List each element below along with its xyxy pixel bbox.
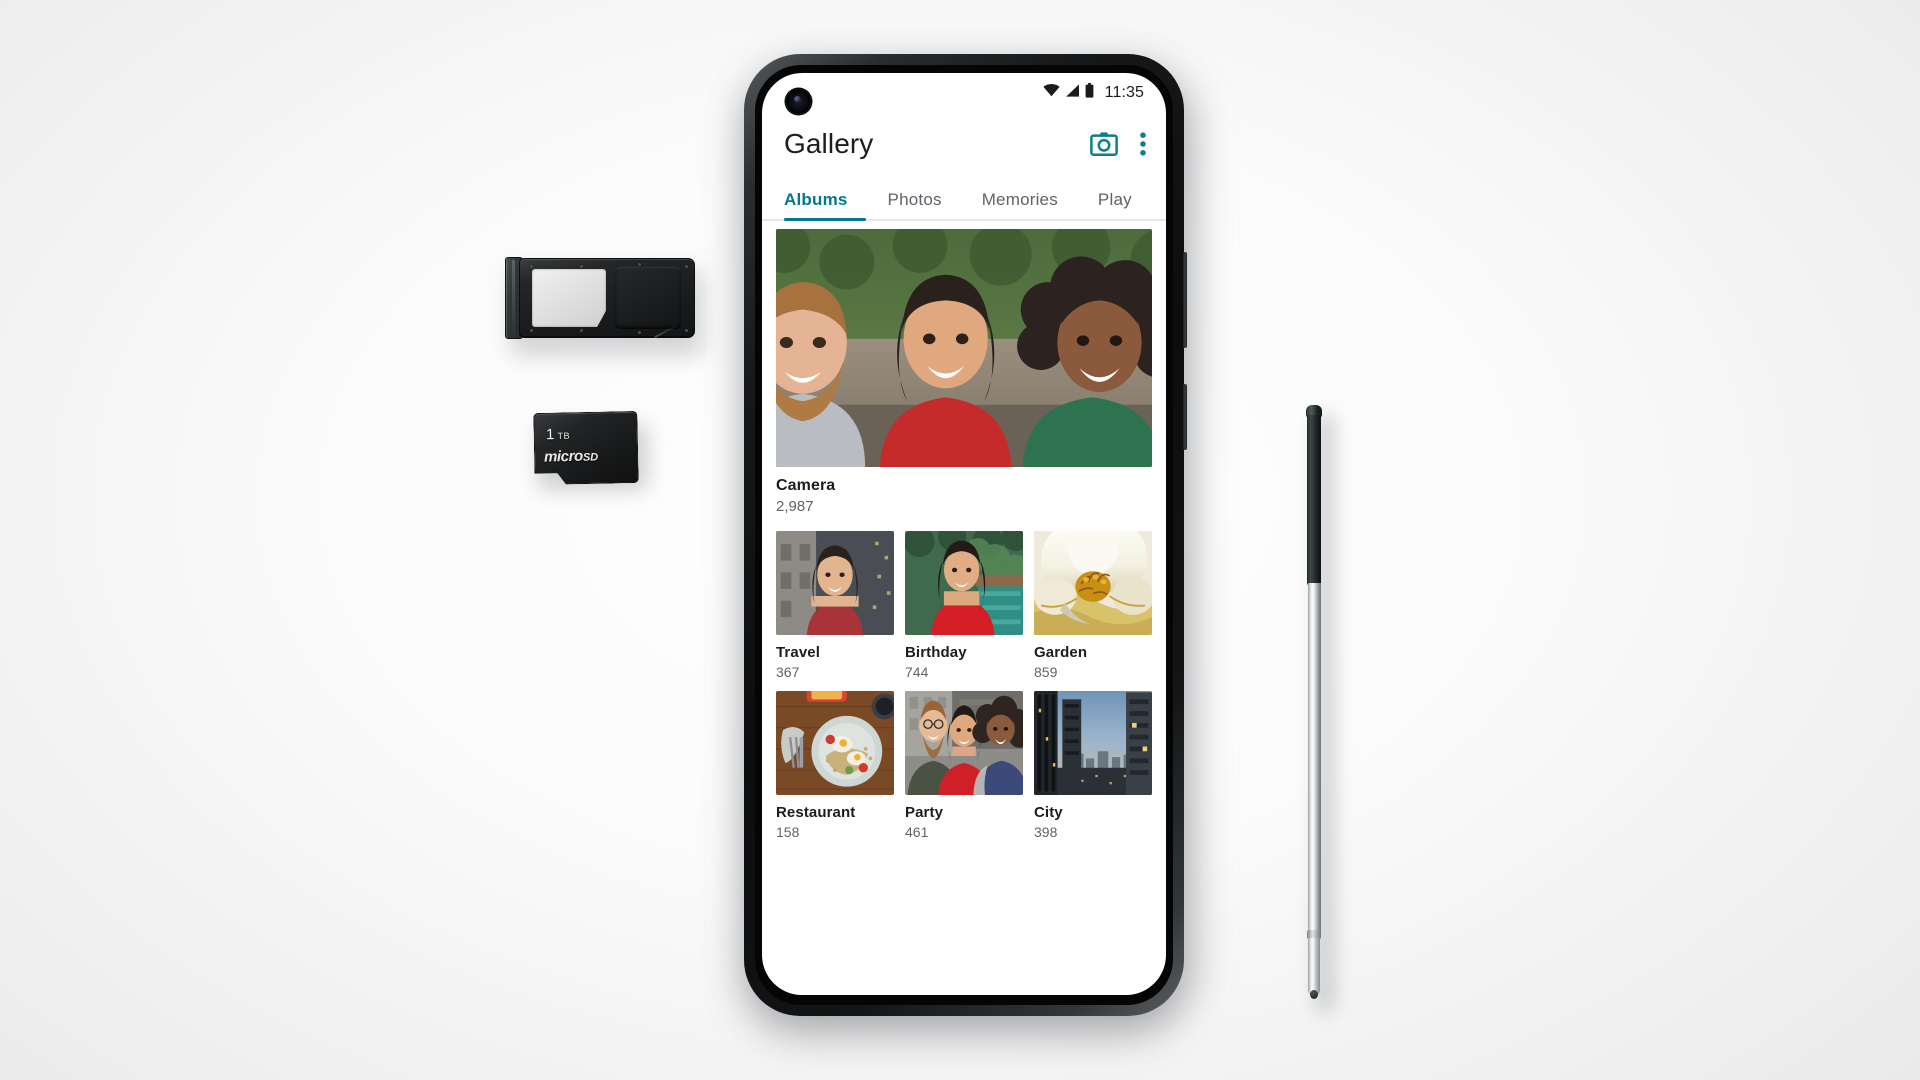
wifi-icon <box>1043 84 1060 102</box>
microsd-brand-micro: micro <box>543 447 584 466</box>
album-title-camera: Camera <box>776 477 836 494</box>
album-grid: Travel 367 Birthday 744 Garden 859 Resta… <box>776 531 1152 840</box>
camera-icon[interactable] <box>1090 131 1118 157</box>
battery-icon <box>1085 83 1094 103</box>
album-title-birthday: Birthday <box>905 644 967 661</box>
album-count-city: 398 <box>1034 824 1058 840</box>
albums-list: Camera 2,987 Travel 367 Birthday 744 Gar… <box>762 221 1166 840</box>
tab-memories[interactable]: Memories <box>982 190 1058 221</box>
album-card-restaurant[interactable]: Restaurant 158 <box>776 691 894 840</box>
sim-tray-sim-slot <box>532 269 606 327</box>
tab-photos[interactable]: Photos <box>888 190 942 221</box>
album-thumbnail-travel <box>776 531 894 635</box>
album-count-travel: 367 <box>776 664 800 680</box>
album-title-party: Party <box>905 804 944 821</box>
tab-play[interactable]: Play <box>1098 190 1132 221</box>
status-bar-icons: 11:35 <box>1043 83 1144 103</box>
album-thumbnail-camera <box>776 229 1152 467</box>
tab-albums[interactable]: Albums <box>784 190 848 221</box>
album-card-garden[interactable]: Garden 859 <box>1034 531 1152 680</box>
sim-tray <box>505 257 703 356</box>
microsd-capacity-unit: TB <box>557 430 571 442</box>
tab-bar: Albums Photos Memories Play <box>762 175 1166 221</box>
album-count-camera: 2,987 <box>776 498 814 515</box>
album-count-birthday: 744 <box>905 664 929 680</box>
microsd-card: 1 TB microSD <box>530 412 650 496</box>
album-thumbnail-restaurant <box>776 691 894 795</box>
status-bar: 11:35 <box>762 73 1166 113</box>
microsd-brand-sd: SD <box>582 451 599 464</box>
volume-button[interactable] <box>1183 252 1187 348</box>
album-thumbnail-garden <box>1034 531 1152 635</box>
album-card-travel[interactable]: Travel 367 <box>776 531 894 680</box>
tab-active-indicator <box>784 218 866 221</box>
phone-device: 11:35 Gallery Albums Photos Memories Pla… <box>744 54 1187 1016</box>
album-card-party[interactable]: Party 461 <box>905 691 1023 840</box>
album-title-city: City <box>1034 804 1063 821</box>
album-thumbnail-city <box>1034 691 1152 795</box>
album-count-garden: 859 <box>1034 664 1058 680</box>
stylus-grip <box>1307 415 1321 585</box>
album-count-party: 461 <box>905 824 929 840</box>
microsd-brand-mark: microSD <box>543 447 599 466</box>
album-title-restaurant: Restaurant <box>776 804 856 821</box>
album-title-travel: Travel <box>776 644 820 661</box>
app-bar-actions <box>1090 131 1146 157</box>
stylus-tip <box>1310 990 1318 999</box>
app-bar: Gallery <box>762 113 1166 175</box>
album-count-restaurant: 158 <box>776 824 800 840</box>
album-card-city[interactable]: City 398 <box>1034 691 1152 840</box>
album-title-garden: Garden <box>1034 644 1088 661</box>
stylus <box>1305 405 1335 1013</box>
stylus-shaft <box>1307 583 1321 933</box>
microsd-capacity-label: 1 TB <box>545 426 571 444</box>
album-thumbnail-birthday <box>905 531 1023 635</box>
page-title: Gallery <box>784 128 874 159</box>
phone-bezel: 11:35 Gallery Albums Photos Memories Pla… <box>755 65 1173 1005</box>
album-card-camera[interactable]: Camera 2,987 <box>776 229 1152 515</box>
cell-signal-icon <box>1065 84 1080 102</box>
microsd-capacity-value: 1 <box>545 426 555 444</box>
front-camera-punch-hole <box>786 89 811 114</box>
album-thumbnail-party <box>905 691 1023 795</box>
power-button[interactable] <box>1183 384 1187 450</box>
stylus-tip-body <box>1308 938 1320 996</box>
overflow-menu-icon[interactable] <box>1140 132 1146 156</box>
album-card-birthday[interactable]: Birthday 744 <box>905 531 1023 680</box>
sim-tray-sd-slot <box>615 267 681 329</box>
phone-screen: 11:35 Gallery Albums Photos Memories Pla… <box>762 73 1166 995</box>
status-bar-clock: 11:35 <box>1104 84 1144 101</box>
